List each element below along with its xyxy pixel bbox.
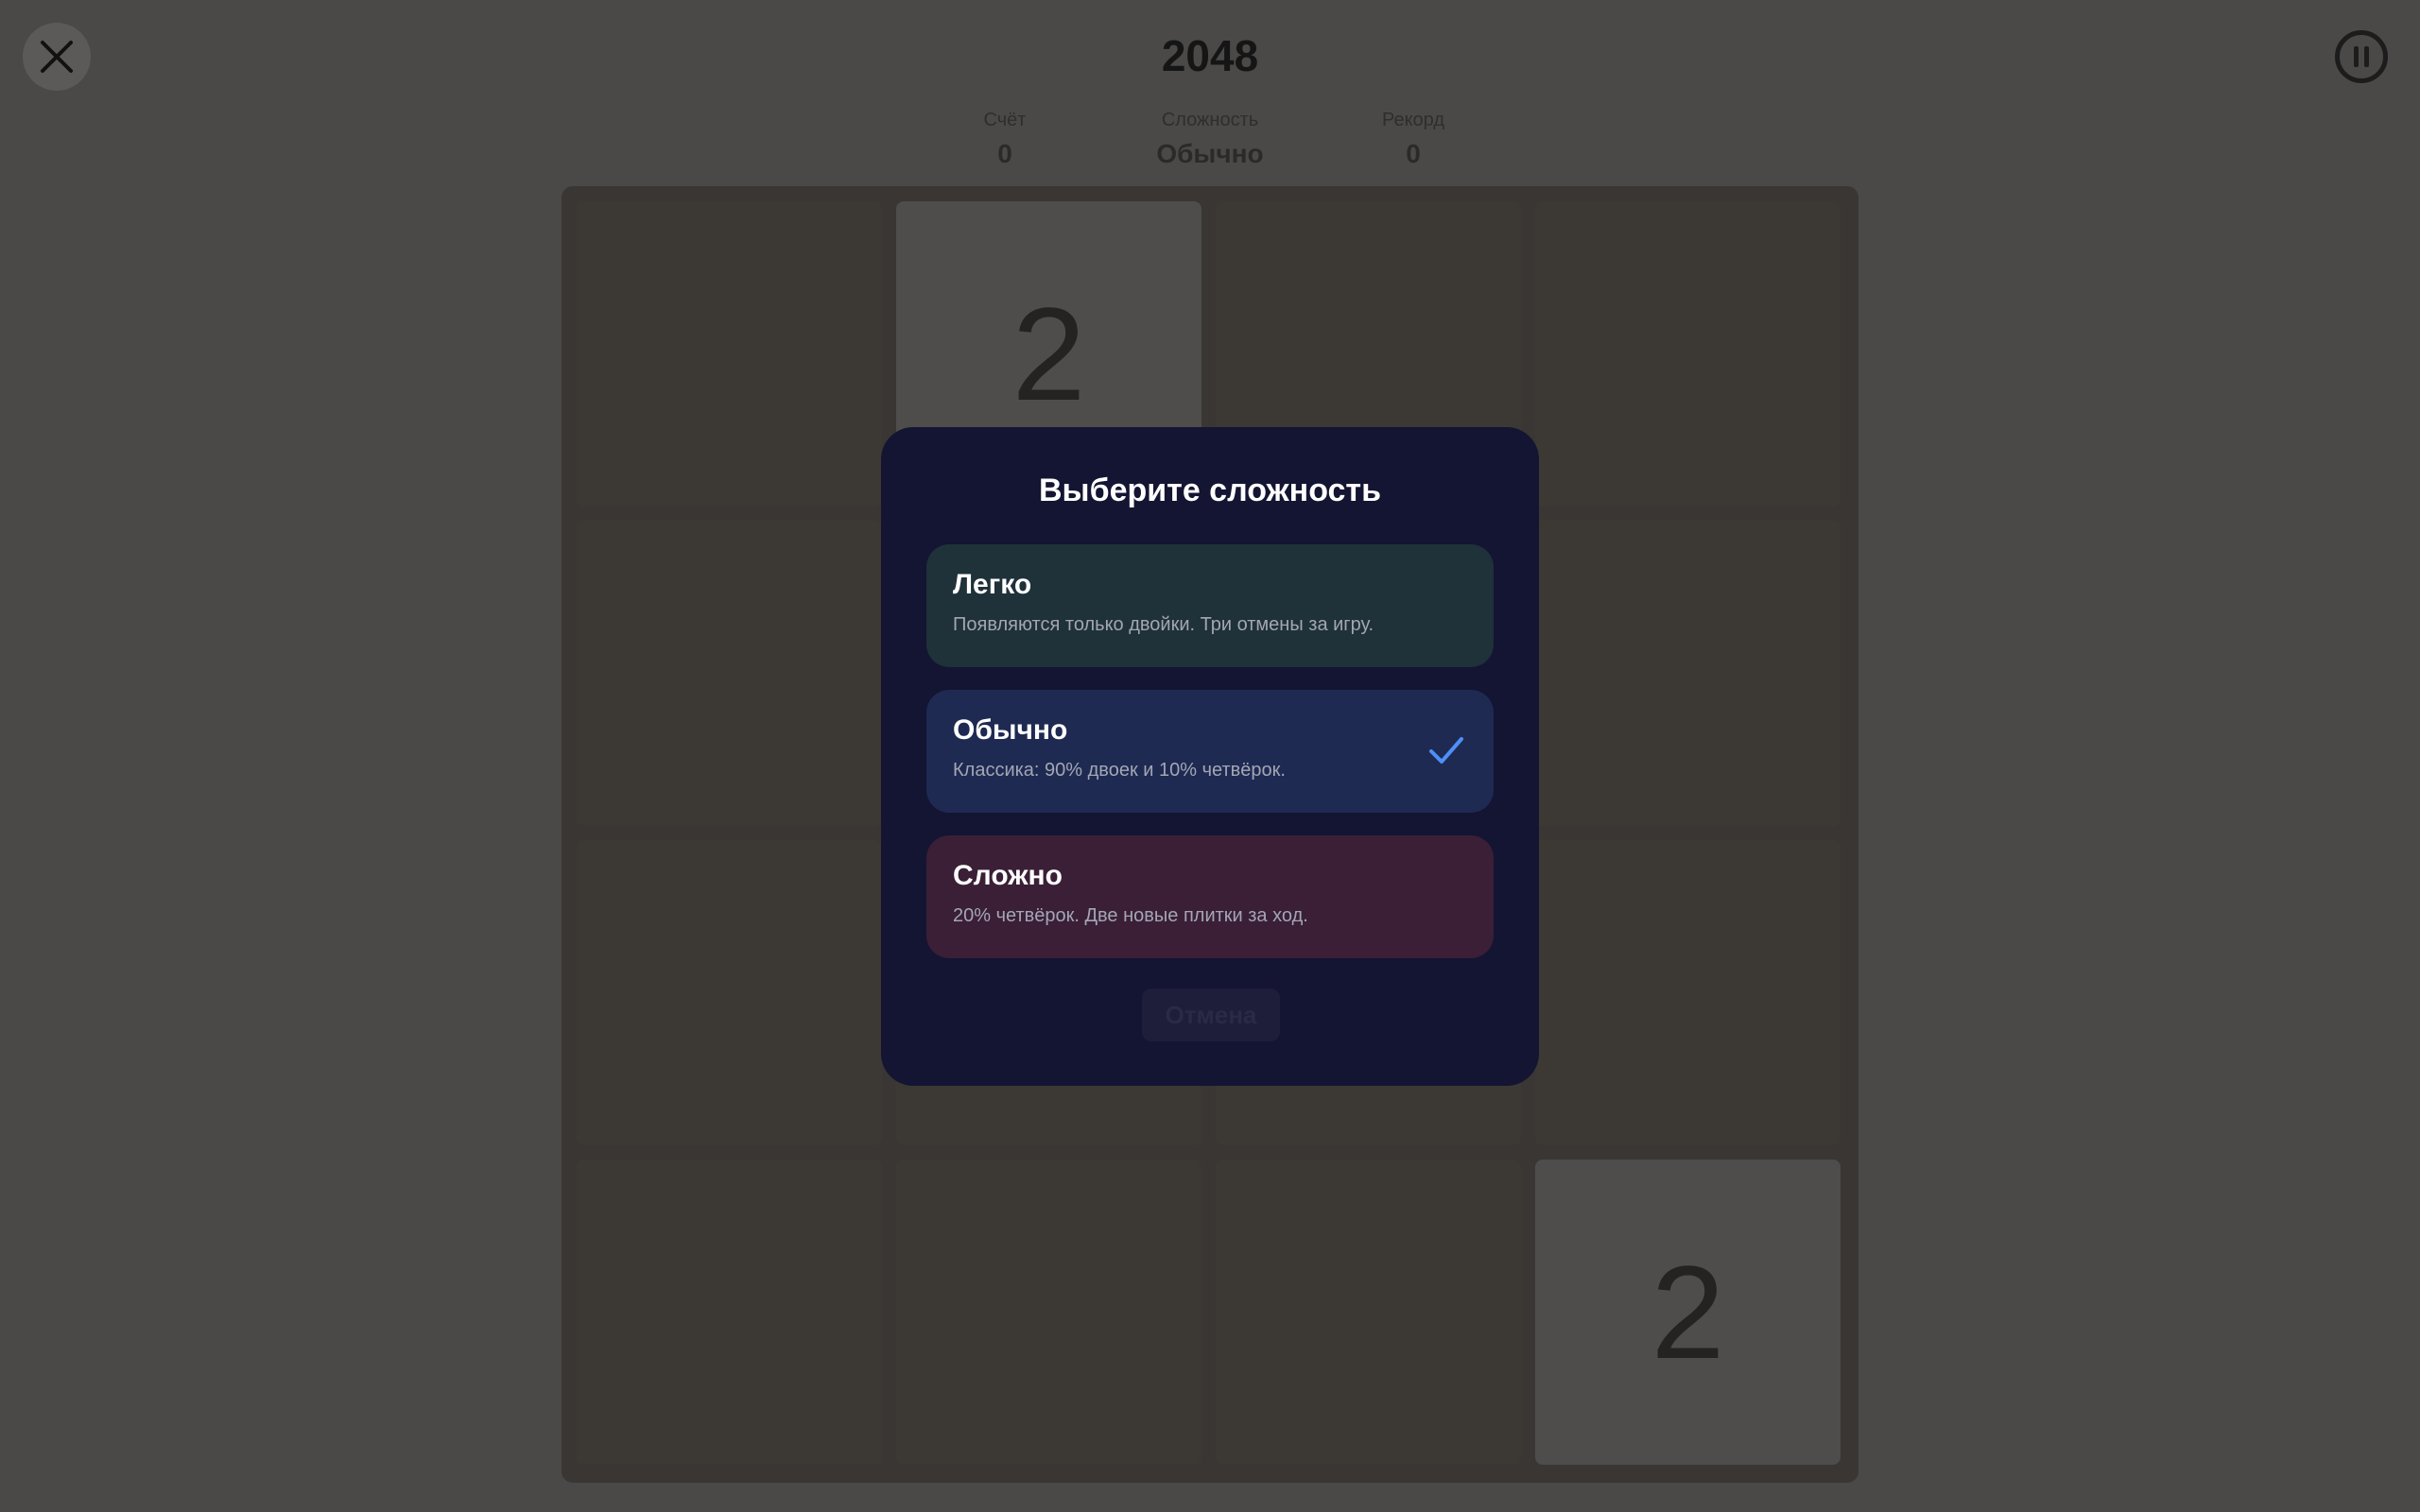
board-cell xyxy=(1535,201,1841,507)
record-stat: Рекорд 0 xyxy=(1319,110,1508,169)
board-cell: 2 xyxy=(1535,1160,1841,1465)
game-title: 2048 xyxy=(1161,31,1259,80)
difficulty-option-normal[interactable]: Обычно Классика: 90% двоек и 10% четвёро… xyxy=(926,690,1494,813)
difficulty-modal: Выберите сложность Легко Появляются толь… xyxy=(881,427,1539,1086)
score-label: Счёт xyxy=(983,110,1027,130)
pause-button[interactable] xyxy=(2335,30,2388,83)
difficulty-option-easy[interactable]: Легко Появляются только двойки. Три отме… xyxy=(926,544,1494,667)
difficulty-option-hard[interactable]: Сложно 20% четвёрок. Две новые плитки за… xyxy=(926,835,1494,958)
board-cell xyxy=(577,201,882,507)
difficulty-stat: Сложность Обычно xyxy=(1115,110,1305,169)
option-name: Обычно xyxy=(953,714,1068,746)
option-description: Появляются только двойки. Три отмены за … xyxy=(953,614,1374,635)
difficulty-value: Обычно xyxy=(1156,139,1264,168)
board-cell xyxy=(1535,840,1841,1145)
modal-title: Выберите сложность xyxy=(1039,472,1381,508)
board-cell xyxy=(577,1160,882,1465)
option-description: 20% четвёрок. Две новые плитки за ход. xyxy=(953,905,1308,926)
pause-icon xyxy=(2354,46,2369,67)
cancel-button[interactable]: Отмена xyxy=(1142,988,1280,1041)
score-value: 0 xyxy=(997,139,1012,168)
option-name: Сложно xyxy=(953,860,1063,891)
record-label: Рекорд xyxy=(1381,110,1444,130)
option-name: Легко xyxy=(953,569,1032,600)
option-description: Классика: 90% двоек и 10% четвёрок. xyxy=(953,760,1286,781)
record-value: 0 xyxy=(1406,139,1421,168)
check-icon xyxy=(1429,737,1463,764)
board-cell xyxy=(1535,521,1841,826)
board-cell xyxy=(577,840,882,1145)
difficulty-label: Сложность xyxy=(1161,110,1259,130)
score-stat: Счёт 0 xyxy=(910,110,1099,169)
board-cell xyxy=(1216,1160,1521,1465)
board-cell xyxy=(577,521,882,826)
board-cell xyxy=(896,1160,1201,1465)
